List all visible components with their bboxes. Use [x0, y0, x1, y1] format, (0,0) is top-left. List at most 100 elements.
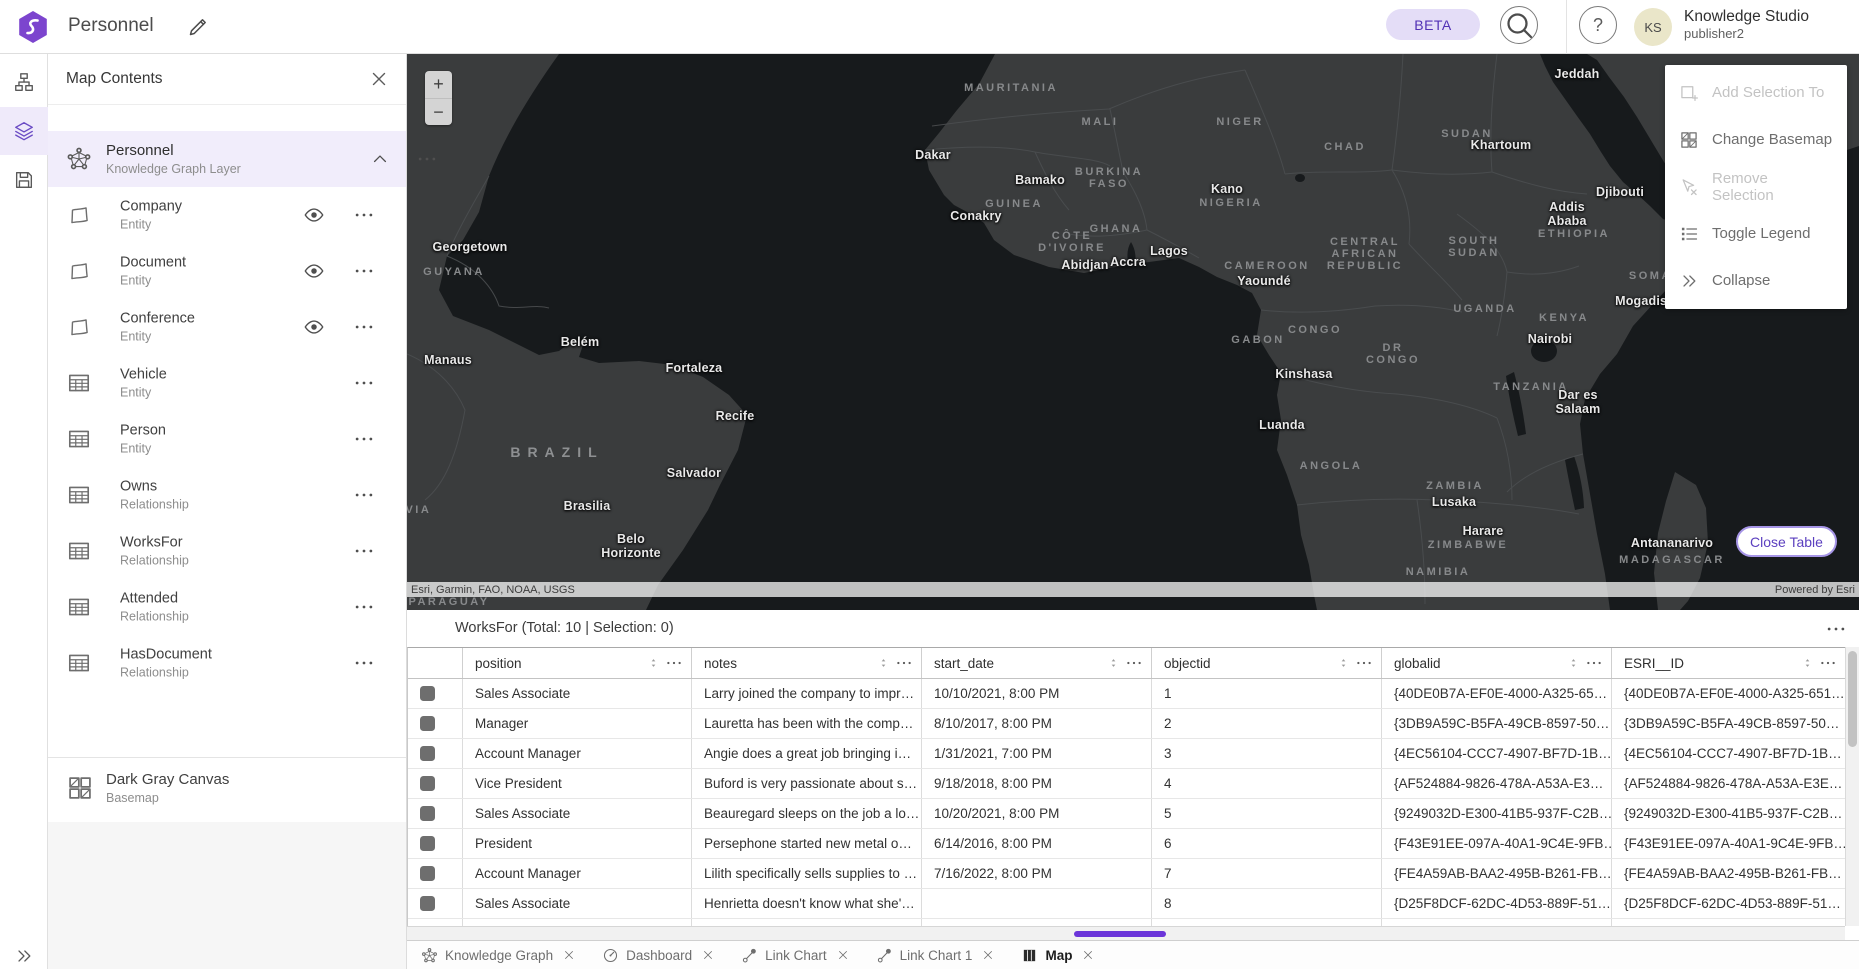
attribution-esri: Powered by Esri [1775, 584, 1855, 596]
rail-save-button[interactable] [0, 156, 48, 204]
layer-options-icon[interactable] [353, 428, 375, 450]
menu-item-change-basemap[interactable]: Change Basemap [1665, 116, 1847, 163]
layer-options-icon[interactable] [416, 148, 438, 170]
tab-link-chart-1[interactable]: Link Chart 1 [876, 947, 996, 964]
rail-layers-button[interactable] [0, 107, 48, 155]
layer-options-icon[interactable] [353, 652, 375, 674]
layer-options-icon[interactable] [353, 260, 375, 282]
table-row[interactable]: Sales AssociateBeauregard sleeps on the … [408, 799, 1845, 829]
search-button[interactable] [1500, 6, 1538, 44]
edit-title-button[interactable] [186, 15, 210, 39]
row-checkbox-cell [408, 799, 463, 828]
sort-icon[interactable] [878, 655, 889, 671]
layer-row-vehicle[interactable]: VehicleEntity [48, 355, 406, 411]
sort-icon[interactable] [1802, 655, 1813, 671]
visibility-eye-icon[interactable] [303, 260, 325, 282]
basemap-row[interactable]: Dark Gray CanvasBasemap [48, 758, 406, 818]
layer-options-icon[interactable] [353, 372, 375, 394]
layer-type: Entity [120, 384, 167, 400]
tab-close-icon[interactable] [981, 948, 995, 962]
column-header-globalid[interactable]: globalid [1382, 648, 1612, 678]
table-row[interactable]: Vice PresidentBuford is very passionate … [408, 769, 1845, 799]
row-checkbox[interactable] [420, 746, 435, 761]
collapse-caret-icon[interactable] [370, 149, 390, 169]
map-canvas[interactable]: MAURITANIAMALINIGERCHADSUDANBURKINA FASO… [407, 54, 1859, 610]
row-checkbox[interactable] [420, 896, 435, 911]
table-row[interactable]: Sales AssociateHenrietta doesn't know wh… [408, 889, 1845, 919]
cell-start_date: 1/31/2021, 7:00 PM [922, 739, 1152, 768]
tab-link-chart[interactable]: Link Chart [741, 947, 850, 964]
left-icon-rail [0, 54, 48, 969]
layer-options-icon[interactable] [353, 316, 375, 338]
column-options-icon[interactable] [1585, 654, 1603, 672]
tab-close-icon[interactable] [836, 948, 850, 962]
tab-close-icon[interactable] [562, 948, 576, 962]
rail-collapse-button[interactable] [0, 932, 48, 969]
row-checkbox-cell [408, 859, 463, 888]
table-row[interactable]: ManagerLauretta has been with the comp…8… [408, 709, 1845, 739]
tab-close-icon[interactable] [701, 948, 715, 962]
row-checkbox[interactable] [420, 686, 435, 701]
column-header-start_date[interactable]: start_date [922, 648, 1152, 678]
menu-item-toggle-legend[interactable]: Toggle Legend [1665, 210, 1847, 257]
layer-row-owns[interactable]: OwnsRelationship [48, 467, 406, 523]
column-options-icon[interactable] [895, 654, 913, 672]
column-header-objectid[interactable]: objectid [1152, 648, 1382, 678]
column-options-icon[interactable] [1819, 654, 1837, 672]
table-row[interactable]: PresidentPersephone started new metal o…… [408, 829, 1845, 859]
rail-data-model-button[interactable] [0, 58, 48, 106]
layer-options-icon[interactable] [353, 484, 375, 506]
tab-dashboard[interactable]: Dashboard [602, 947, 715, 964]
row-checkbox[interactable] [420, 866, 435, 881]
table-options-icon[interactable] [1825, 618, 1847, 640]
tab-knowledge-graph[interactable]: Knowledge Graph [421, 947, 576, 964]
layer-options-icon[interactable] [353, 596, 375, 618]
row-checkbox[interactable] [420, 716, 435, 731]
map-tab-icon [1021, 947, 1038, 964]
zoom-out-button[interactable]: − [425, 98, 452, 125]
column-header-position[interactable]: position [463, 648, 692, 678]
layer-options-icon[interactable] [353, 540, 375, 562]
table-vertical-scrollbar[interactable] [1845, 647, 1859, 926]
layer-row-person[interactable]: PersonEntity [48, 411, 406, 467]
row-checkbox[interactable] [420, 776, 435, 791]
sort-icon[interactable] [1338, 655, 1349, 671]
sort-icon[interactable] [1568, 655, 1579, 671]
table-row[interactable] [408, 919, 1845, 926]
tab-close-icon[interactable] [1081, 948, 1095, 962]
help-button[interactable]: ? [1579, 6, 1617, 44]
column-options-icon[interactable] [1125, 654, 1143, 672]
select-all-column [408, 648, 463, 678]
row-checkbox[interactable] [420, 806, 435, 821]
column-header-esri__id[interactable]: ESRI__ID [1612, 648, 1845, 678]
zoom-in-button[interactable]: + [425, 71, 452, 98]
layer-row-hasdocument[interactable]: HasDocumentRelationship [48, 635, 406, 691]
table-horizontal-scrollbar[interactable] [407, 926, 1845, 940]
column-header-notes[interactable]: notes [692, 648, 922, 678]
cell-notes: Larry joined the company to impr… [692, 679, 922, 708]
layer-row-attended[interactable]: AttendedRelationship [48, 579, 406, 635]
visibility-eye-icon[interactable] [303, 204, 325, 226]
column-options-icon[interactable] [665, 654, 683, 672]
close-table-button[interactable]: Close Table [1736, 526, 1837, 557]
layer-options-icon[interactable] [353, 204, 375, 226]
menu-item-collapse[interactable]: Collapse [1665, 257, 1847, 304]
layer-row-worksfor[interactable]: WorksForRelationship [48, 523, 406, 579]
sort-icon[interactable] [648, 655, 659, 671]
row-checkbox[interactable] [420, 836, 435, 851]
layer-row-company[interactable]: CompanyEntity [48, 187, 406, 243]
table-row[interactable]: Account ManagerAngie does a great job br… [408, 739, 1845, 769]
layer-row-document[interactable]: DocumentEntity [48, 243, 406, 299]
table-row[interactable]: Account ManagerLilith specifically sells… [408, 859, 1845, 889]
sort-icon[interactable] [1108, 655, 1119, 671]
layer-row-conference[interactable]: ConferenceEntity [48, 299, 406, 355]
user-avatar[interactable]: KS [1634, 8, 1672, 46]
table-row[interactable]: Sales AssociateLarry joined the company … [408, 679, 1845, 709]
visibility-eye-icon[interactable] [303, 316, 325, 338]
row-checkbox-cell [408, 889, 463, 918]
layer-group-personnel[interactable]: PersonnelKnowledge Graph Layer [48, 131, 406, 187]
column-options-icon[interactable] [1355, 654, 1373, 672]
tab-map[interactable]: Map [1021, 947, 1095, 964]
close-icon[interactable] [368, 68, 390, 90]
tab-label: Knowledge Graph [445, 948, 553, 963]
